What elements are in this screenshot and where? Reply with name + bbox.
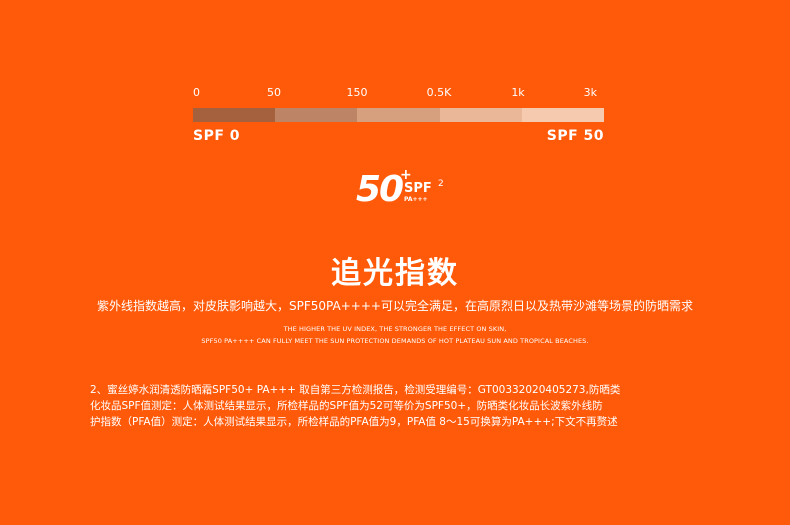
tick-label: 50 xyxy=(267,86,281,99)
scale-left-label: SPF 0 xyxy=(193,128,241,144)
badge-number: 50 xyxy=(356,169,404,210)
tick-label: 0.5K xyxy=(426,86,452,99)
tick-label: 0 xyxy=(193,86,200,99)
note-line: 化妆品SPF值测定：人体测试结果显示，所检样品的SPF值为52可等价为SPF50… xyxy=(90,400,603,412)
note-line: 护指数（PFA值）测定：人体测试结果显示，所检样品的PFA值为9，PFA值 8～… xyxy=(90,416,618,428)
english-caption-line: SPF50 PA++++ CAN FULLY MEET THE SUN PROT… xyxy=(201,337,589,345)
page-title: 追光指数 xyxy=(331,256,459,291)
english-caption-line: THE HIGHER THE UV INDEX, THE STRONGER TH… xyxy=(283,325,507,333)
tick-label: 150 xyxy=(346,86,368,99)
tick-label: 3k xyxy=(583,86,597,99)
badge-pa: PA+++ xyxy=(404,196,428,203)
tick-label: 1k xyxy=(511,86,525,99)
scale-ticks: 0 50 150 0.5K 1k 3k xyxy=(193,86,604,102)
badge-superscript: 2 xyxy=(438,179,444,189)
test-report-note: 2、蜜丝婷水润清透防晒霜SPF50+ PA+++ 取自第三方检测报告，检测受理编… xyxy=(90,382,710,430)
note-line: 2、蜜丝婷水润清透防晒霜SPF50+ PA+++ 取自第三方检测报告，检测受理编… xyxy=(90,384,621,396)
scale-segment xyxy=(357,108,440,122)
scale-bar xyxy=(193,108,605,122)
scale-end-labels: SPF 0 SPF 50 xyxy=(193,128,604,144)
scale-segment xyxy=(193,108,276,122)
uv-scale: 0 50 150 0.5K 1k 3k SPF 0 SPF 50 xyxy=(193,86,605,144)
badge-spf: SPF xyxy=(404,181,432,196)
scale-segment xyxy=(521,108,605,122)
spf-badge: 50 + SPF 2 PA+++ xyxy=(356,167,456,210)
page-subtitle: 紫外线指数越高，对皮肤影响越大，SPF50PA++++可以完全满足，在高原烈日以… xyxy=(97,299,693,313)
scale-segment xyxy=(275,108,358,122)
scale-right-label: SPF 50 xyxy=(546,128,604,144)
scale-segment xyxy=(439,108,522,122)
